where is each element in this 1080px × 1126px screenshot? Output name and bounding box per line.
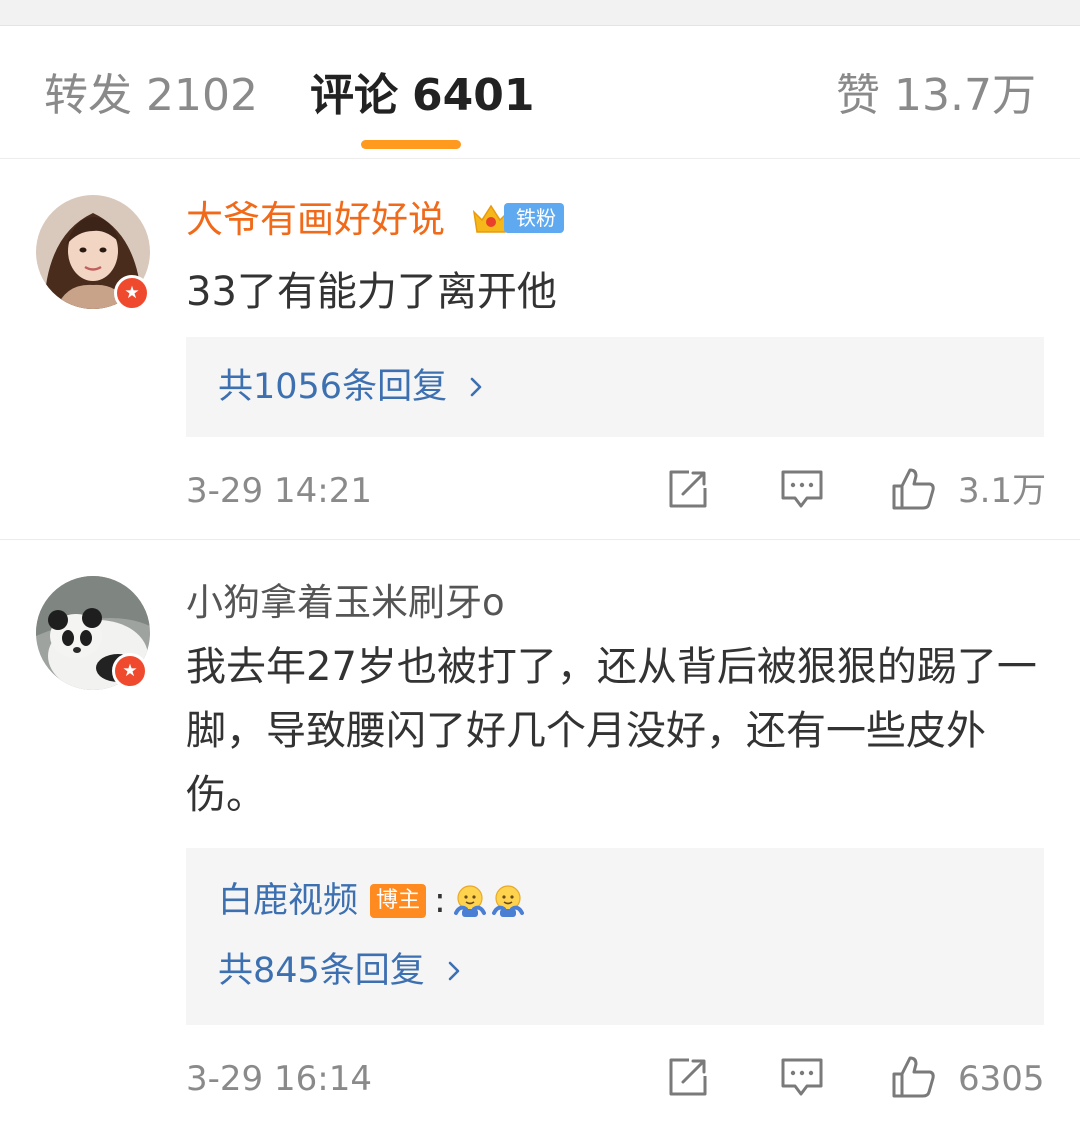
reply-username[interactable]: 白鹿视频 [218,878,358,924]
reply-preview: 白鹿视频 博主 : [218,878,528,924]
more-replies-label: 共1056条回复 [218,367,448,407]
share-icon[interactable] [665,1054,711,1100]
more-replies-label: 共845条回复 [218,951,425,991]
fan-badge: 铁粉 [470,198,564,238]
comment-item: ★ 大爷有画好好说 铁粉 33了有能力了离开他 共1056条回复 3-29 14… [0,160,1080,540]
tab-comment[interactable]: 评论 6401 [310,68,534,124]
comment-username[interactable]: 小狗拿着玉米刷牙o [186,579,505,627]
tab-comment-count: 6401 [412,70,535,121]
tab-like[interactable]: 赞 13.7万 [836,68,1036,124]
fan-tag: 铁粉 [504,203,564,233]
comment-item: ★ 小狗拿着玉米刷牙o 我去年27岁也被打了，还从背后被狠狠的踢了一脚，导致腰闪… [0,541,1080,1126]
blogger-tag: 博主 [370,884,427,918]
comment-text: 我去年27岁也被打了，还从背后被狠狠的踢了一脚，导致腰闪了好几个月没好，还有一些… [186,644,1037,818]
like-count: 6305 [958,1059,1045,1099]
tab-repost-label: 转发 [44,70,132,121]
share-icon[interactable] [665,466,711,512]
tab-repost-count: 2102 [146,70,258,121]
active-tab-indicator [361,140,461,149]
comment-time: 3-29 16:14 [186,1059,372,1099]
hug-emoji [453,885,486,917]
more-replies-link[interactable]: 共1056条回复 [218,364,487,410]
hug-emoji [491,885,524,917]
thumbs-up-icon[interactable] [890,1054,936,1100]
verified-star-badge: ★ [114,275,150,311]
tab-like-count: 13.7万 [894,70,1036,121]
verified-star-badge: ★ [112,653,148,689]
more-replies-link[interactable]: 共845条回复 [218,948,465,994]
chevron-right-icon [448,961,460,981]
comment-meta: 3-29 14:21 3.1万 [0,466,1080,516]
like-count: 3.1万 [958,471,1047,511]
comment-icon[interactable] [779,466,825,512]
thumbs-up-icon[interactable] [890,466,936,512]
tab-repost[interactable]: 转发 2102 [44,68,258,124]
chevron-right-icon [470,377,482,397]
top-strip [0,0,1080,26]
comment-time: 3-29 14:21 [186,471,372,511]
tab-like-label: 赞 [836,70,881,121]
comment-username[interactable]: 大爷有画好好说 [186,196,445,244]
tab-bar: 转发 2102 评论 6401 赞 13.7万 [0,26,1080,159]
reply-colon: : [434,881,446,921]
tab-comment-label: 评论 [310,70,398,121]
comment-icon[interactable] [779,1054,825,1100]
reply-box[interactable]: 共1056条回复 [186,337,1044,437]
comment-meta: 3-29 16:14 6305 [0,1054,1080,1104]
comment-text: 33了有能力了离开他 [186,269,557,315]
reply-box[interactable]: 白鹿视频 博主 : 共845条回复 [186,848,1044,1025]
